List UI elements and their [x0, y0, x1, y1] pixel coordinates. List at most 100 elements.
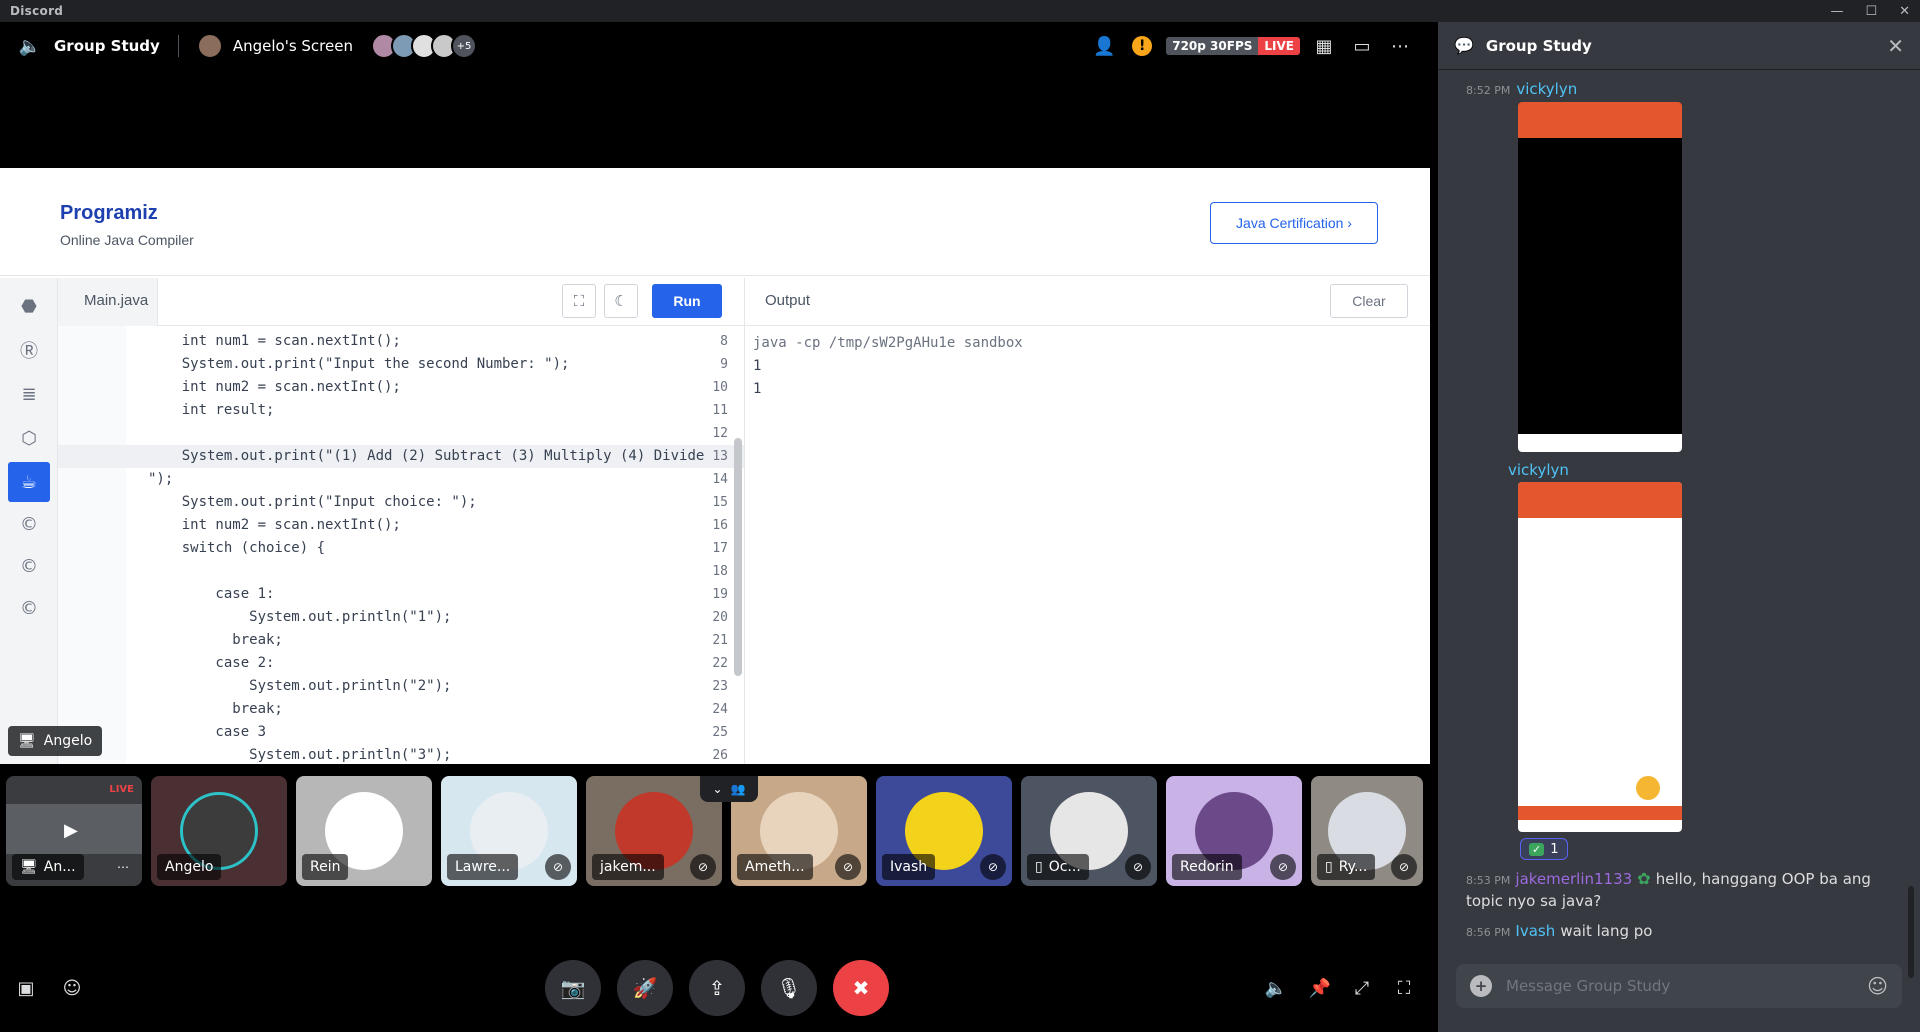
participant-tile[interactable]: Redorin ⊘ [1166, 776, 1302, 886]
code-text: System.out.println("1"); [148, 609, 452, 625]
pin-icon[interactable]: 📌 [1306, 974, 1334, 1002]
code-text: break; [148, 701, 283, 717]
activities-rocket-button[interactable]: 🚀 [617, 960, 673, 1016]
fullscreen-icon[interactable]: ⛶ [562, 284, 596, 318]
python-icon[interactable]: ⬣ [8, 286, 50, 326]
line-number: 17 [712, 541, 728, 556]
chat-input-bar[interactable]: + Message Group Study ☺ [1456, 964, 1902, 1008]
code-line: 10 int num2 = scan.nextInt(); [58, 376, 744, 399]
chat-scrollbar[interactable] [1908, 886, 1914, 978]
message-username[interactable]: vickylyn [1516, 80, 1577, 98]
line-number: 9 [720, 357, 728, 372]
line-number: 18 [712, 564, 728, 579]
close-chat-icon[interactable]: ✕ [1887, 34, 1904, 58]
participant-tile[interactable]: Ivash ⊘ [876, 776, 1012, 886]
speaker-icon: 🔈 [18, 35, 42, 57]
code-line: 17 switch (choice) { [58, 537, 744, 560]
editor-scrollbar[interactable] [734, 438, 742, 676]
output-line: java -cp /tmp/sW2PgAHu1e sandbox [753, 335, 1023, 351]
code-line: 22 case 2: [58, 652, 744, 675]
run-button[interactable]: Run [652, 284, 722, 318]
phone-app-bar [1518, 102, 1682, 138]
participant-name: jakem... [592, 854, 664, 880]
close-window-button[interactable]: ✕ [1899, 4, 1910, 19]
html-icon[interactable]: ⬡ [8, 418, 50, 458]
volume-icon[interactable]: 🔈 [1262, 974, 1290, 1002]
fullscreen-icon[interactable]: ⛶ [1390, 974, 1418, 1002]
chat-input[interactable]: Message Group Study [1506, 977, 1853, 995]
muted-icon: ⊘ [980, 854, 1006, 880]
maximize-button[interactable]: ☐ [1865, 4, 1877, 19]
message-username[interactable]: vickylyn [1508, 461, 1569, 479]
image-attachment[interactable] [1518, 102, 1682, 452]
participant-tile[interactable]: Rein [296, 776, 432, 886]
live-badge: LIVE [1258, 37, 1300, 55]
csharp-icon[interactable]: © [8, 588, 50, 628]
window-titlebar: Discord — ☐ ✕ [0, 0, 1920, 22]
participant-tile[interactable]: Lawre... ⊘ [441, 776, 577, 886]
sql-icon[interactable]: ≣ [8, 374, 50, 414]
app-name: Discord [10, 4, 64, 18]
add-attachment-icon[interactable]: + [1470, 975, 1492, 997]
camera-button[interactable]: 📷 [545, 960, 601, 1016]
code-text: int result; [148, 402, 275, 418]
message-username[interactable]: jakemerlin1133 [1515, 870, 1632, 888]
code-editor[interactable]: 8 int num1 = scan.nextInt(); 9 System.out… [58, 326, 744, 764]
image-attachment[interactable] [1518, 482, 1682, 832]
reaction-count: 1 [1550, 841, 1559, 857]
viewer-avatars[interactable]: +5 [370, 33, 477, 59]
line-number: 8 [720, 334, 728, 349]
chat-message: 8:53 PM jakemerlin1133 ✿ hello, hanggang… [1466, 868, 1896, 912]
emoji-icon[interactable]: ☺ [58, 974, 86, 1002]
minimize-button[interactable]: — [1830, 4, 1843, 19]
warning-icon[interactable]: ! [1128, 32, 1156, 60]
output-line: 1 [753, 358, 762, 374]
popout-icon[interactable]: ▭ [1348, 32, 1376, 60]
participant-name: ▯ Oc... [1027, 854, 1089, 880]
participant-tile[interactable]: ▯ Oc... ⊘ [1021, 776, 1157, 886]
more-icon[interactable]: ⋯ [110, 854, 136, 880]
java-certification-button[interactable]: Java Certification › [1210, 202, 1378, 244]
line-number: 11 [712, 403, 728, 418]
r-language-icon[interactable]: Ⓡ [8, 330, 50, 370]
activity-icon[interactable]: ▣ [12, 974, 40, 1002]
line-number: 14 [712, 472, 728, 487]
voice-header: 🔈 Group Study Angelo's Screen +5 👤 ! 720… [0, 22, 1430, 70]
code-line: 21 break; [58, 629, 744, 652]
clear-button[interactable]: Clear [1330, 284, 1408, 318]
dark-mode-icon[interactable]: ☾ [604, 284, 638, 318]
microphone-button[interactable]: 🎙 [761, 960, 817, 1016]
code-text: int num2 = scan.nextInt(); [148, 379, 401, 395]
collapse-participants-button[interactable]: ⌄ 👥 [700, 776, 758, 802]
participant-tile[interactable]: Angelo [151, 776, 287, 886]
code-line: 15 System.out.print("Input choice: "); [58, 491, 744, 514]
code-line: 9 System.out.print("Input the second Num… [58, 353, 744, 376]
grid-layout-icon[interactable]: ▦ [1310, 32, 1338, 60]
more-icon[interactable]: ⋯ [1386, 32, 1414, 60]
code-line: 20 System.out.println("1"); [58, 606, 744, 629]
pop-out-icon[interactable]: ⤢ [1348, 974, 1376, 1002]
participant-tile[interactable]: ▯ Ry... ⊘ [1311, 776, 1423, 886]
output-console: java -cp /tmp/sW2PgAHu1e sandbox 1 1 [744, 326, 1430, 764]
output-line: 1 [753, 381, 762, 397]
message-username[interactable]: Ivash [1515, 922, 1555, 940]
message-time: 8:56 PM [1466, 926, 1511, 939]
screen-share-button[interactable]: ⇪ [689, 960, 745, 1016]
participant-name: Lawre... [447, 854, 519, 880]
c-icon[interactable]: © [8, 504, 50, 544]
disconnect-button[interactable]: ✖ [833, 960, 889, 1016]
programiz-logo: Programiz [60, 202, 158, 224]
cpp-icon[interactable]: © [8, 546, 50, 586]
message-time: 8:53 PM [1466, 874, 1511, 887]
participant-tile[interactable]: LIVE ▶ 🖥 An... ⋯ [6, 776, 142, 886]
chat-bubble-icon: 💬 [1454, 36, 1474, 55]
stream-quality-badge: 720p 30FPS LIVE [1166, 37, 1300, 55]
line-number: 22 [712, 656, 728, 671]
stream-title: Angelo's Screen [232, 37, 353, 55]
line-number: 23 [712, 679, 728, 694]
file-tab-label: Main.java [84, 292, 149, 309]
java-icon[interactable]: ☕ [8, 462, 50, 502]
emoji-icon[interactable]: ☺ [1867, 974, 1888, 998]
add-user-icon[interactable]: 👤 [1090, 32, 1118, 60]
reaction-checkmark[interactable]: ✓ 1 [1520, 838, 1568, 860]
